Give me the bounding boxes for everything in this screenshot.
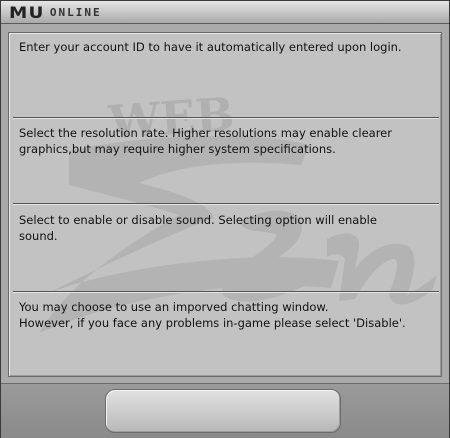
logo-text: ONLINE [49,5,102,19]
logo-mark: MU [9,2,45,22]
button-bar [1,383,449,438]
title-bar[interactable]: MU ONLINE [1,1,449,24]
resolution-help: Select the resolution rate. Higher resol… [9,119,441,157]
divider [13,203,439,205]
mu-online-logo: MU ONLINE [9,2,102,22]
help-line: You may choose to use an imporved chatti… [19,300,329,314]
help-line: Select to enable or disable sound. Selec… [19,213,377,227]
confirm-button[interactable] [105,389,341,433]
help-line: However, if you face any problems in-gam… [19,316,406,330]
help-text-panel: WEB Enter your account ID to have it aut… [8,32,442,377]
chat-window-help: You may choose to use an imporved chatti… [9,293,441,331]
help-line: Enter your account ID to have it automat… [19,40,402,54]
help-line: graphics,but may require higher system s… [19,142,336,156]
help-line: Select the resolution rate. Higher resol… [19,126,392,140]
help-line: sound. [19,229,58,243]
options-help-window: MU ONLINE WEB Enter your account ID to h… [0,0,450,438]
sound-help: Select to enable or disable sound. Selec… [9,206,441,244]
account-id-help: Enter your account ID to have it automat… [9,33,441,55]
